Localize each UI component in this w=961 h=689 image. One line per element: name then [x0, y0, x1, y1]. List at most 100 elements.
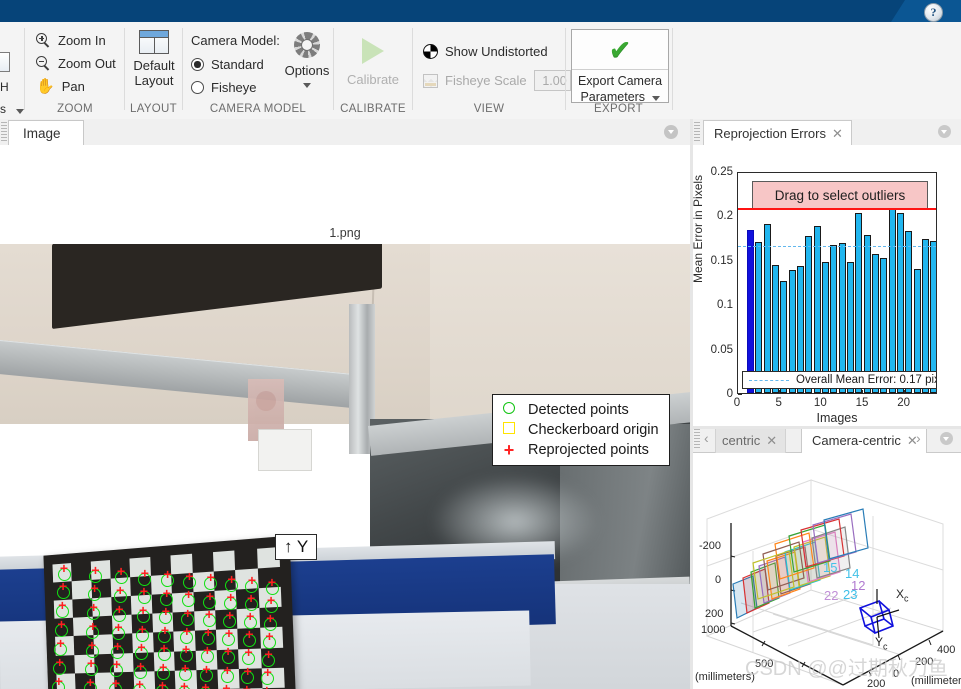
error-bar[interactable] [855, 212, 863, 393]
radio-standard-label: Standard [211, 57, 264, 72]
options-button[interactable]: Options [283, 32, 331, 88]
chart-legend-label: Overall Mean Error: 0.17 pixels [796, 374, 936, 386]
camera-x-axis-label: Xc [896, 587, 909, 604]
zoom-in-button[interactable]: Zoom In [36, 33, 106, 48]
export-camera-parameters-button[interactable]: ✔ Export Camera Parameters [571, 29, 669, 104]
calibration-photo[interactable]: ↑ Y ← X (0,0) [0, 244, 690, 689]
radio-standard-icon [191, 58, 204, 71]
calibrate-group-label: CALIBRATE [340, 103, 406, 115]
tab-image[interactable]: Image [8, 120, 84, 146]
chevron-down-icon[interactable] [303, 83, 311, 88]
ribbon-group-export: ✔ Export Camera Parameters EXPORT [566, 22, 671, 119]
chart-plot-area[interactable]: Drag to select outliers Overall Mean Erro… [737, 172, 937, 394]
default-layout-button[interactable]: Default Layout [133, 30, 175, 88]
zoom-out-label: Zoom Out [58, 56, 116, 71]
export-group-label: EXPORT [594, 103, 643, 115]
error-bar[interactable] [746, 229, 755, 393]
camera-y-axis-label: Yc [875, 635, 888, 652]
x-axis-tick-label: 10 [813, 397, 827, 409]
legend-item-detected: Detected points [499, 400, 659, 420]
error-bar[interactable] [905, 230, 913, 393]
y-axis-tick-label: 0.2 [717, 210, 733, 223]
radio-fisheye[interactable]: Fisheye [191, 80, 257, 95]
chevron-down-icon[interactable] [16, 109, 24, 114]
title-bar: ? [0, 0, 961, 22]
error-bar[interactable] [863, 234, 871, 393]
x-axis-tick-label: 0 [733, 397, 741, 409]
x-axis-tick-mark [737, 390, 738, 394]
mean-error-line [738, 245, 936, 247]
ribbon-group-layout: Default Layout LAYOUT [125, 22, 182, 119]
panel-gripper[interactable] [694, 122, 700, 142]
camera-centric-plot[interactable]: -200 0 200 1000 500 200 0 200 400 Xc Yc … [693, 456, 961, 689]
chart-legend: Overall Mean Error: 0.17 pixels [742, 371, 936, 389]
default-layout-label-line2: Layout [134, 73, 174, 88]
error-bar[interactable] [763, 224, 771, 393]
panel-options-icon[interactable] [938, 125, 951, 138]
legend-item-origin: Checkerboard origin [499, 420, 659, 440]
reprojection-errors-chart: Mean Error in Pixels 0 0.05 0.1 0.15 0.2 0.25… [691, 145, 961, 430]
error-bar[interactable] [813, 226, 821, 393]
right-panel-column: Reprojection Errors ✕ Mean Error in Pixe… [691, 119, 961, 689]
help-icon[interactable]: ? [924, 3, 943, 22]
checkerboard-board [43, 535, 298, 689]
outlier-threshold-line[interactable] [738, 208, 936, 211]
layout-grid-icon [139, 30, 169, 54]
panel-options-icon[interactable] [940, 432, 953, 445]
play-triangle-icon [362, 38, 384, 64]
x-axis-tick-mark [778, 390, 780, 394]
y-axis-tick-label: 0 [726, 388, 733, 400]
tab-reprojection-errors[interactable]: Reprojection Errors ✕ [703, 120, 852, 146]
close-icon[interactable]: ✕ [766, 433, 777, 449]
reprojection-tab-bar: Reprojection Errors ✕ [693, 119, 961, 146]
error-bar[interactable] [888, 205, 896, 393]
x-axis-tick-mark [862, 390, 863, 394]
photo-white-card [258, 429, 312, 471]
checkerboard-grid [52, 547, 286, 689]
x-axis-tick-mark [820, 390, 822, 394]
annotation-y-axis: ↑ Y [275, 534, 318, 560]
calibrate-button[interactable]: Calibrate [343, 38, 403, 87]
tab-scroll-left-icon[interactable]: ‹ [704, 430, 709, 446]
tab-camera-centric-label: Camera-centric [812, 433, 901, 448]
panel-gripper[interactable] [1, 122, 7, 142]
outlier-selection-band[interactable]: Drag to select outliers [752, 181, 928, 211]
show-undistorted-button[interactable]: Show Undistorted [423, 44, 548, 59]
square-icon [499, 422, 519, 438]
ribbon-group-camera-model: Camera Model: Standard Fisheye Options C… [183, 22, 333, 119]
tab-scroll-right-icon[interactable]: › [916, 430, 921, 446]
extrinsics-tab-bar: ‹ centric ✕ Camera-centric ✕ › [693, 426, 961, 453]
default-layout-label-line1: Default [133, 58, 175, 73]
gear-icon [294, 32, 320, 58]
panel-gripper[interactable] [694, 429, 700, 449]
radio-standard[interactable]: Standard [191, 57, 264, 72]
horizontal-splitter[interactable] [693, 426, 961, 429]
z-tick-0: 0 [715, 574, 722, 586]
close-icon[interactable]: ✕ [832, 126, 843, 142]
watermark: CSDN @@过期秋刀鱼 [745, 658, 948, 680]
tab-options-icon[interactable] [664, 125, 678, 139]
ribbon-group-zoom: Zoom In Zoom Out ✋ Pan ZOOM [25, 22, 125, 119]
error-bar[interactable] [896, 212, 905, 393]
dashed-line-icon [749, 379, 789, 381]
image-panel: 1.png ↑ Y [0, 145, 690, 689]
z-tick-200: 200 [705, 608, 724, 620]
zoom-in-label: Zoom In [58, 33, 106, 48]
camera-model-title: Camera Model: [191, 33, 280, 48]
pan-button[interactable]: ✋ Pan [36, 79, 85, 94]
zoom-out-icon [36, 56, 51, 71]
fisheye-scale-label: Fisheye Scale [445, 73, 527, 88]
tab-camera-centric[interactable]: Camera-centric ✕ [801, 427, 927, 453]
pan-label: Pan [61, 79, 85, 94]
plus-icon: + [503, 440, 515, 460]
error-bar[interactable] [805, 235, 813, 393]
tab-pattern-centric[interactable]: centric ✕ [715, 427, 787, 453]
error-bar[interactable] [921, 238, 930, 393]
legend-label-detected: Detected points [528, 402, 629, 418]
checkerboard-icon [423, 44, 438, 59]
zoom-out-button[interactable]: Zoom Out [36, 56, 116, 71]
x-axis-tick-mark [903, 390, 905, 394]
green-check-icon: ✔ [608, 35, 632, 65]
chevron-down-icon[interactable] [651, 96, 660, 101]
fisheye-scale-icon [423, 73, 438, 88]
